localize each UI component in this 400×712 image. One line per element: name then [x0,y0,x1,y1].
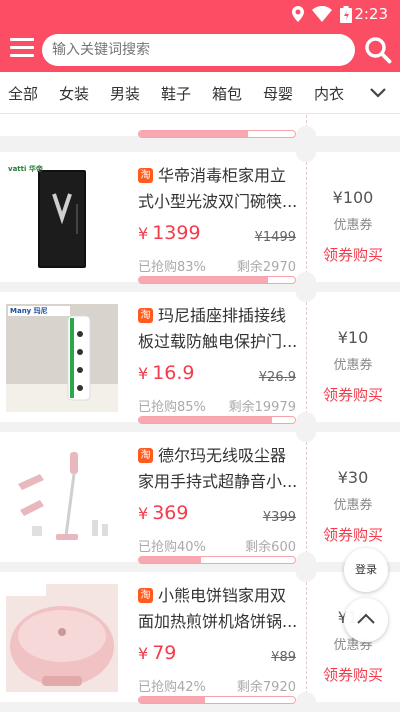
search-icon[interactable] [364,36,392,64]
progress-fill [139,417,272,423]
progress-fill [139,557,202,563]
app-header [0,28,400,72]
coupon-notch [296,692,316,712]
search-input[interactable] [42,34,355,66]
original-price: ¥26.9 [258,370,296,385]
sold-percent: 已抢购85% [138,400,206,415]
coupon-value: ¥30 [337,468,369,487]
chevron-up-icon [357,613,375,624]
status-bar: 2:23 [0,0,400,28]
product-image[interactable] [6,444,118,552]
coupon-label: 优惠券 [333,358,373,373]
tab-men[interactable]: 男装 [110,83,140,104]
progress-bar [138,696,296,704]
get-coupon-button[interactable]: 领券购买 [306,664,400,685]
original-price: ¥1499 [254,230,296,245]
product-price: ¥16.9 [138,362,195,384]
coupon-value: ¥100 [332,188,374,207]
tab-all[interactable]: 全部 [8,83,38,104]
progress-bar [138,416,296,424]
sold-percent: 已抢购42% [138,680,206,695]
wifi-icon [312,6,332,22]
product-card[interactable]: 淘 小熊电饼铛家用双面加热煎饼机烙饼锅... ¥79 ¥89 已抢购42% 剩余… [0,562,400,712]
get-coupon-button[interactable]: 领券购买 [306,384,400,405]
login-button[interactable]: 登录 [344,548,388,592]
tab-bags[interactable]: 箱包 [212,83,242,104]
price-value: 16.9 [152,362,195,384]
tab-women[interactable]: 女装 [59,83,89,104]
remaining-stock: 剩余19979 [228,400,296,415]
progress-bar [138,130,296,138]
product-card-partial[interactable] [0,114,400,146]
back-to-top-button[interactable] [344,598,388,642]
remaining-stock: 剩余7920 [236,680,296,695]
progress-fill [139,277,269,283]
product-price: ¥79 [138,642,177,664]
progress-bar [138,276,296,284]
coupon-value: ¥10 [337,328,369,347]
product-title[interactable]: 华帝消毒柜家用立式小型光波双门碗筷... [138,163,298,215]
product-title[interactable]: 玛尼插座排插接线板过载防触电保护门... [138,303,298,355]
brand-mark: Many 玛尼 [10,307,48,315]
product-price: ¥1399 [138,222,201,244]
tab-shoes[interactable]: 鞋子 [161,83,191,104]
category-tabs: 全部 女装 男装 鞋子 箱包 母婴 内衣 [0,72,400,114]
coupon-label: 优惠券 [333,498,373,513]
status-time: 2:23 [354,5,388,23]
coupon-label: 优惠券 [333,218,373,233]
menu-icon[interactable] [10,38,36,60]
get-coupon-button[interactable]: 领券购买 [306,524,400,545]
product-price: ¥369 [138,502,189,524]
sold-percent: 已抢购83% [138,260,206,275]
product-title[interactable]: 小熊电饼铛家用双面加热煎饼机烙饼锅... [138,583,298,635]
coupon-notch [296,422,316,442]
tab-baby[interactable]: 母婴 [263,83,293,104]
remaining-stock: 剩余2970 [236,260,296,275]
product-image[interactable] [6,584,118,692]
price-value: 1399 [152,222,201,244]
product-title[interactable]: 德尔玛无线吸尘器家用手持式超静音小... [138,443,298,495]
remaining-stock: 剩余600 [245,540,296,555]
sold-percent: 已抢购40% [138,540,206,555]
get-coupon-button[interactable]: 领券购买 [306,244,400,265]
price-value: 369 [152,502,189,524]
progress-bar [138,556,296,564]
product-list: vatti 华帝 淘 华帝消毒柜家用立式小型光波双门碗筷... ¥1399 ¥1… [0,114,400,712]
progress-fill [139,697,205,703]
product-image[interactable]: vatti 华帝 [6,164,118,272]
location-icon [292,6,304,22]
product-image[interactable]: Many 玛尼 [6,304,118,412]
original-price: ¥399 [262,510,296,525]
product-card[interactable]: Many 玛尼 淘 玛尼插座排插接线板过载防触电保护门... ¥16.9 ¥26… [0,282,400,432]
product-card[interactable]: 淘 德尔玛无线吸尘器家用手持式超静音小... ¥369 ¥399 已抢购40% … [0,422,400,572]
chevron-down-icon[interactable] [368,86,388,100]
battery-icon [340,6,352,23]
brand-mark: vatti 华帝 [8,165,43,173]
coupon-notch [296,142,316,162]
price-value: 79 [152,642,177,664]
coupon-notch [296,282,316,302]
original-price: ¥89 [271,650,296,665]
tab-underwear[interactable]: 内衣 [314,83,344,104]
product-card[interactable]: vatti 华帝 淘 华帝消毒柜家用立式小型光波双门碗筷... ¥1399 ¥1… [0,142,400,292]
coupon-notch [296,562,316,582]
